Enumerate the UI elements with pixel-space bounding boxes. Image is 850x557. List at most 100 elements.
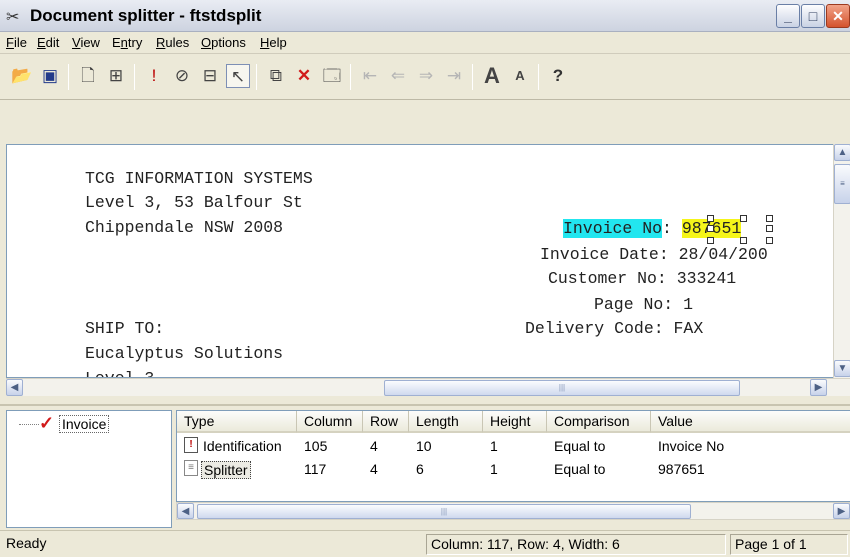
cell-value: Invoice No [658,438,725,454]
save-icon[interactable]: ▣ [38,64,62,88]
first-page-icon[interactable]: ⇤ [358,64,382,88]
resize-handle[interactable] [766,225,773,232]
copy-icon[interactable]: ⧉ [264,64,288,88]
doc-line: Eucalyptus Solutions [85,344,284,363]
doc-line: Page No: 1 [594,295,694,314]
resize-handle[interactable] [766,237,773,244]
cell-row: 4 [370,438,378,454]
toolbar-separator [538,64,539,90]
toolbar-separator [68,64,69,90]
cell-row: 4 [370,461,378,477]
status-page: Page 1 of 1 [730,534,848,555]
scissors-icon: ✂ [6,9,20,26]
cell-height: 1 [490,461,498,477]
doc-line: Level 3 [85,369,154,377]
help-icon[interactable]: ? [546,64,570,88]
properties-icon[interactable]: 🗔 [320,64,344,88]
scroll-left-icon[interactable]: ◀ [177,503,194,519]
column-header-column[interactable]: Column [297,411,363,433]
status-bar: Ready Column: 117, Row: 4, Width: 6 Page… [0,530,850,557]
resize-handle[interactable] [740,215,747,222]
doc-line: Level 3, 53 Balfour St [85,193,303,212]
menu-edit[interactable]: Edit [37,35,59,50]
cell-length: 6 [416,461,424,477]
doc-line: SHIP TO: [85,319,165,338]
doc-line: TCG INFORMATION SYSTEMS [85,169,313,188]
menu-help[interactable]: Help [260,35,287,50]
minimize-button[interactable]: _ [776,4,800,28]
grid-horizontal-scrollbar[interactable]: ◀ ||| ▶ [176,502,850,520]
resize-handle[interactable] [707,215,714,222]
column-header-value[interactable]: Value [651,411,850,433]
resize-handle[interactable] [707,237,714,244]
prev-page-icon[interactable]: ⇐ [386,64,410,88]
add-field-icon[interactable]: ⊞ [104,64,128,88]
horizontal-scrollbar[interactable]: ◀ ||| ▶ [6,378,850,396]
menu-options[interactable]: Options [201,35,246,50]
resize-handle[interactable] [766,215,773,222]
column-header-length[interactable]: Length [409,411,483,433]
scroll-down-icon[interactable]: ▼ [834,360,850,377]
checkmark-icon: ✓ [39,413,55,433]
doc-line: Customer No: 333241 [548,269,737,288]
last-page-icon[interactable]: ⇥ [442,64,466,88]
identification-icon[interactable]: ! [142,64,166,88]
cell-height: 1 [490,438,498,454]
scroll-left-icon[interactable]: ◀ [6,379,23,396]
entry-tree[interactable]: ✓ Invoice [6,410,172,528]
close-button[interactable]: ✕ [826,4,850,28]
vertical-scrollbar[interactable]: ▲ ≡ ▼ [833,144,850,378]
cell-comparison: Equal to [554,438,606,454]
splitter-icon: ≡ [184,460,198,476]
tree-item-invoice[interactable]: Invoice [59,415,110,433]
menu-rules[interactable]: Rules [156,35,189,50]
scroll-up-icon[interactable]: ▲ [834,144,850,161]
pointer-icon[interactable]: ↖ [226,64,250,88]
resize-handle[interactable] [740,237,747,244]
column-header-type[interactable]: Type [177,411,297,433]
identification-icon: ! [184,437,198,453]
rules-grid[interactable]: Type Column Row Length Height Comparison… [176,410,850,502]
zone-icon[interactable]: ⊟ [198,64,222,88]
scroll-thumb[interactable]: ≡ [834,164,850,204]
font-larger-icon[interactable]: A [480,64,504,88]
identification-highlight[interactable]: Invoice No [563,219,663,238]
window-title: Document splitter - ftstdsplit [30,6,262,25]
scroll-thumb[interactable]: ||| [197,504,691,519]
doc-line: Delivery Code: FAX [525,319,704,338]
new-entry-icon[interactable]: 🗋 [76,64,100,88]
toolbar-separator [350,64,351,90]
cell-type: Identification [203,438,282,454]
splitter-icon[interactable]: ⊘ [170,64,194,88]
cell-comparison: Equal to [554,461,606,477]
title-bar[interactable]: ✂ Document splitter - ftstdsplit _ □ ✕ [0,0,850,32]
column-header-height[interactable]: Height [483,411,547,433]
menu-view[interactable]: View [72,35,100,50]
scroll-right-icon[interactable]: ▶ [810,379,827,396]
column-header-comparison[interactable]: Comparison [547,411,651,433]
font-smaller-icon[interactable]: A [508,64,532,88]
scroll-right-icon[interactable]: ▶ [833,503,850,519]
toolbar: 📂 ▣ 🗋 ⊞ ! ⊘ ⊟ ↖ ⧉ ✕ 🗔 ⇤ ⇐ ⇒ ⇥ A A ? [0,54,850,100]
next-page-icon[interactable]: ⇒ [414,64,438,88]
column-header-row[interactable]: Row [363,411,409,433]
open-folder-icon[interactable]: 📂 [10,64,34,88]
invoice-no-line: Invoice No: 987651 [563,219,742,238]
doc-line: Chippendale NSW 2008 [85,218,284,237]
cell-column: 117 [304,461,327,477]
menu-entry[interactable]: Entry [112,35,142,50]
toolbar-separator [134,64,135,90]
cell-value: 987651 [658,461,705,477]
tree-connector [19,424,39,425]
status-position: Column: 117, Row: 4, Width: 6 [426,534,726,555]
menu-file[interactable]: File [6,35,27,50]
document-view[interactable]: TCG INFORMATION SYSTEMS Level 3, 53 Balf… [6,144,834,378]
delete-icon[interactable]: ✕ [292,64,316,88]
menu-bar: File Edit View Entry Rules Options Help [0,32,850,54]
resize-handle[interactable] [707,225,714,232]
scroll-thumb[interactable]: ||| [384,380,740,396]
toolbar-separator [256,64,257,90]
toolbar-separator [472,64,473,90]
doc-line: Invoice Date: 28/04/200 [540,245,768,264]
maximize-button[interactable]: □ [801,4,825,28]
